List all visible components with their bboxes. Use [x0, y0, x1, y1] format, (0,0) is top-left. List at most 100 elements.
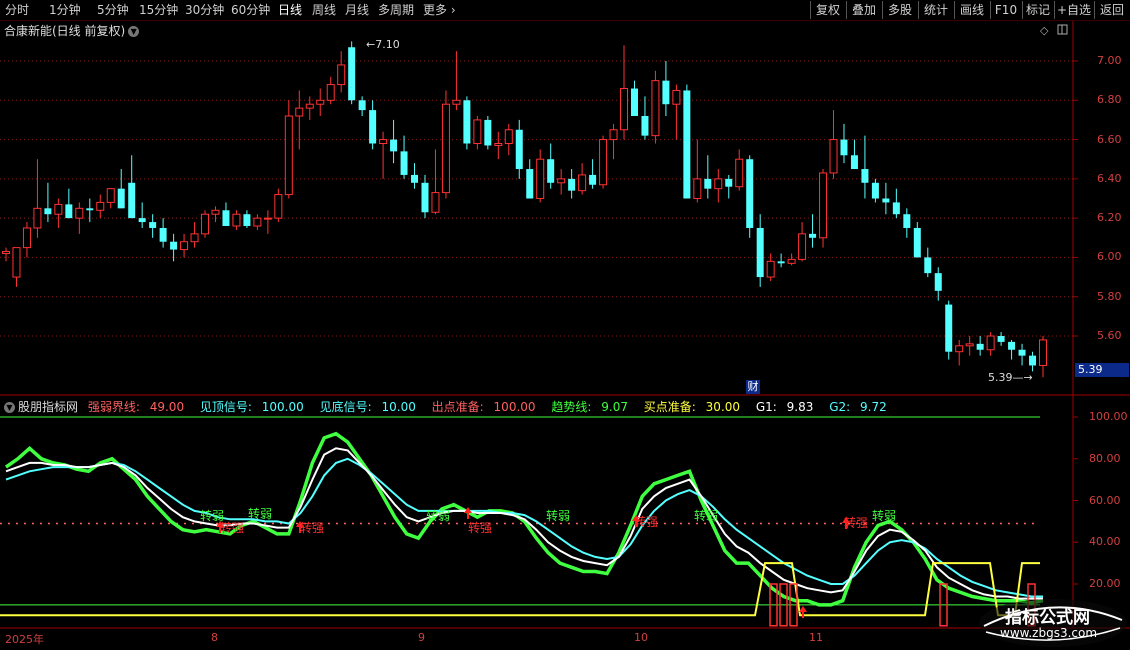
- candle: [117, 169, 125, 209]
- candle: [201, 210, 210, 238]
- candle: [106, 188, 115, 209]
- candle: [12, 247, 21, 287]
- candle: [599, 135, 608, 189]
- param-top-signal: 见顶信号: 100.00: [199, 400, 304, 414]
- candle: [871, 178, 879, 203]
- candle: [662, 61, 670, 116]
- candle: [536, 149, 545, 203]
- candle: [494, 131, 503, 160]
- watermark-url: www.zbgs3.com: [1000, 626, 1098, 640]
- candle: [369, 100, 377, 150]
- price-tick-label: 6.40: [1097, 171, 1122, 185]
- candle: [190, 222, 199, 248]
- candle: [379, 131, 388, 179]
- candle: [75, 202, 84, 234]
- candle: [253, 214, 262, 230]
- candle: [390, 119, 398, 164]
- candle: [284, 100, 293, 199]
- param-buy-prep: 买点准备: 30.00: [643, 400, 741, 414]
- candle: [263, 210, 272, 234]
- candle: [861, 135, 869, 199]
- indicator-lines: [0, 431, 1044, 617]
- candle: [547, 143, 555, 189]
- x-label-oct: 10: [634, 631, 648, 644]
- candle: [473, 116, 482, 150]
- candle: [463, 96, 471, 150]
- candle: [924, 247, 932, 278]
- candle: [504, 123, 513, 156]
- indicator-tick-label: 60.00: [1089, 493, 1121, 507]
- candle: [484, 116, 492, 150]
- diamond-icon[interactable]: ◇: [1040, 24, 1049, 37]
- candle: [777, 253, 785, 268]
- candle: [411, 163, 419, 189]
- x-label-year: 2025年: [5, 633, 44, 646]
- param-trend-line: 趋势线: 9.07: [551, 400, 628, 414]
- candle: [128, 155, 136, 219]
- candle: [589, 159, 597, 189]
- candle: [787, 253, 796, 266]
- weak-signal-label: 转弱: [694, 508, 718, 523]
- candle: [735, 149, 744, 191]
- candle: [997, 332, 1005, 346]
- candle: [44, 182, 52, 223]
- candle: [704, 155, 712, 199]
- candle: [222, 202, 230, 226]
- candle: [693, 139, 702, 203]
- candle: [211, 206, 220, 223]
- x-label-nov: 11: [809, 631, 823, 644]
- candle: [526, 159, 534, 199]
- candle: [348, 41, 356, 105]
- candle: [441, 90, 450, 199]
- indicator-tick-label: 80.00: [1089, 451, 1121, 465]
- candle: [421, 174, 429, 219]
- candle: [725, 174, 733, 199]
- candle: [620, 45, 629, 140]
- candlestick-series: [2, 41, 1047, 378]
- candle: [578, 163, 587, 195]
- candle: [892, 188, 900, 219]
- indicator-tick-label: 100.00: [1089, 410, 1128, 423]
- param-strength-line: 强弱界线: 49.00: [87, 400, 185, 414]
- high-price-marker: ←7.10: [366, 38, 400, 51]
- candle: [756, 214, 764, 287]
- candle: [33, 159, 42, 238]
- candle: [714, 169, 723, 203]
- candle: [232, 210, 241, 230]
- candle: [945, 300, 953, 360]
- candle: [96, 194, 105, 219]
- candle: [452, 51, 461, 111]
- param-g1: G1: 9.83: [755, 400, 814, 414]
- finance-event-badge[interactable]: 财: [746, 380, 760, 394]
- price-tick-label: 5.60: [1097, 329, 1122, 342]
- candle: [840, 123, 848, 164]
- candle: [819, 169, 828, 248]
- price-tick-label: 6.80: [1097, 93, 1122, 107]
- strong-signal-label: 转强: [300, 520, 324, 535]
- candle: [672, 84, 681, 140]
- chart-canvas[interactable]: 转弱 转弱 转弱 转弱 转弱 转弱转强 转强 转强 转强 转强 ◇: [0, 0, 1130, 650]
- candle: [1008, 339, 1016, 360]
- candle: [1029, 351, 1037, 372]
- param-g2: G2: 9.72: [829, 400, 887, 414]
- candle: [65, 188, 73, 219]
- candle: [955, 339, 964, 366]
- price-tick-label: 5.80: [1097, 289, 1122, 303]
- current-price-tag: 5.39: [1075, 363, 1129, 377]
- candle: [138, 202, 146, 228]
- candle: [882, 182, 890, 215]
- weak-signal-label: 转弱: [426, 508, 450, 523]
- candle: [22, 222, 31, 258]
- candle: [651, 70, 660, 144]
- param-exit-prep: 出点准备: 100.00: [431, 400, 536, 414]
- candle: [515, 119, 523, 179]
- price-tick-label: 6.20: [1097, 211, 1122, 225]
- x-label-aug: 8: [211, 631, 218, 644]
- chevron-down-icon[interactable]: ▼: [4, 402, 15, 413]
- price-tick-label: 6.60: [1097, 132, 1122, 146]
- price-tick-label: 6.00: [1097, 250, 1122, 264]
- indicator-tick-label: 40.00: [1089, 535, 1121, 549]
- weak-signal-label: 转弱: [872, 508, 896, 523]
- strong-signal-label: 转强: [468, 520, 492, 535]
- indicator-name[interactable]: 股朋指标网: [18, 400, 78, 414]
